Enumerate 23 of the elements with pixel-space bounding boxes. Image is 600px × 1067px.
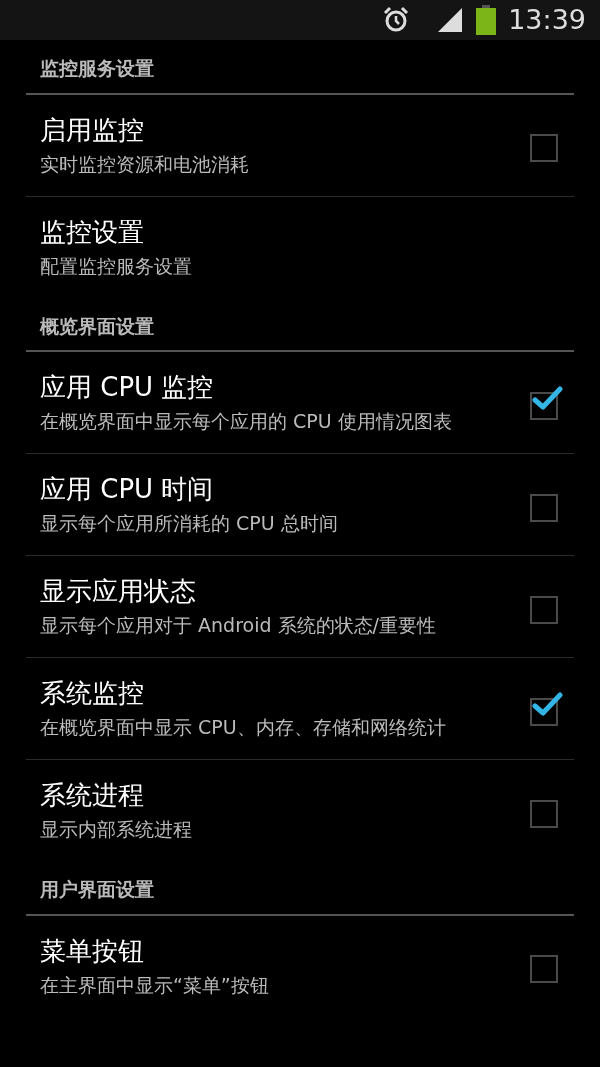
setting-title[interactable]: 应用 CPU 监控	[40, 370, 470, 404]
setting-summary: 在概览界面中显示 CPU、内存、存储和网络统计	[40, 715, 447, 740]
clock-time: 13:39	[508, 2, 586, 37]
setting-summary: 在概览界面中显示每个应用的 CPU 使用情况图表	[40, 409, 453, 434]
section-header: 概览界面设置	[38, 313, 155, 339]
setting-summary: 在主界面中显示“菜单”按钮	[40, 972, 270, 998]
setting-title[interactable]: 应用 CPU 时间	[40, 472, 470, 506]
setting-summary: 实时监控资源和电池消耗	[40, 151, 250, 177]
setting-summary: 显示每个应用对于 Android 系统的状态/重要性	[40, 613, 437, 638]
setting-summary: 配置监控服务设置	[40, 253, 193, 279]
setting-title[interactable]: 系统监控	[40, 676, 470, 710]
setting-title[interactable]: 菜单按钮	[40, 933, 470, 968]
signal-icon	[436, 8, 465, 32]
setting-title[interactable]: 显示应用状态	[40, 574, 470, 608]
alarm-clock-icon	[382, 6, 411, 34]
section-header: 监控服务设置	[39, 56, 155, 81]
battery-icon	[476, 5, 497, 35]
setting-summary: 显示内部系统进程	[40, 817, 193, 842]
setting-title[interactable]: 系统进程	[40, 778, 470, 812]
setting-title[interactable]: 监控设置	[40, 214, 508, 249]
section-header: 用户界面设置	[39, 877, 155, 902]
setting-summary: 显示每个应用所消耗的 CPU 总时间	[40, 511, 339, 536]
setting-title[interactable]: 启用监控	[40, 112, 470, 147]
